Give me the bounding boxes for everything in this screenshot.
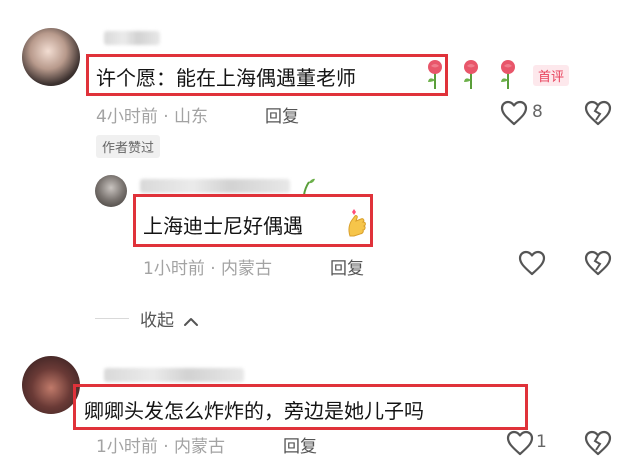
- dislike-broken-heart-icon: [584, 250, 612, 276]
- chevron-up-icon: [183, 316, 199, 328]
- dislike-button-2[interactable]: [584, 250, 612, 276]
- avatar-commenter-1[interactable]: [22, 28, 80, 86]
- dislike-broken-heart-icon: [584, 430, 612, 456]
- dislike-button-1[interactable]: [584, 100, 612, 126]
- rose-emoji: [497, 58, 519, 90]
- username-commenter-3[interactable]: [104, 368, 244, 382]
- collapse-button[interactable]: 收起: [140, 306, 199, 331]
- like-count-1: 8: [532, 102, 543, 122]
- heart-outline-icon: [506, 430, 534, 456]
- like-count-3: 1: [536, 432, 547, 452]
- like-button-1[interactable]: [500, 100, 528, 126]
- heart-outline-icon: [518, 250, 546, 276]
- rose-emoji: [424, 58, 446, 90]
- avatar-replier[interactable]: [95, 175, 127, 207]
- like-button-3[interactable]: [506, 430, 534, 456]
- dislike-button-3[interactable]: [584, 430, 612, 456]
- collapse-label: 收起: [140, 311, 174, 331]
- collapse-divider: [95, 318, 129, 319]
- comment-3-meta: 1小时前 · 内蒙古: [96, 437, 226, 457]
- reply-button-2[interactable]: 回复: [330, 254, 364, 279]
- avatar-commenter-3[interactable]: [22, 356, 80, 414]
- reply-button-3[interactable]: 回复: [283, 432, 317, 457]
- comment-text-1: 许个愿：能在上海偶遇董老师: [96, 66, 356, 90]
- comment-text-3: 卿卿头发怎么炸炸的，旁边是她儿子吗: [84, 399, 424, 423]
- comment-text-2: 上海迪士尼好偶遇: [143, 214, 303, 238]
- like-button-2[interactable]: [518, 250, 546, 276]
- reply-button-1[interactable]: 回复: [265, 102, 299, 127]
- username-replier[interactable]: [140, 179, 290, 193]
- dislike-broken-heart-icon: [584, 100, 612, 126]
- first-comment-badge: 首评: [533, 65, 570, 86]
- author-liked-badge: 作者赞过: [96, 135, 161, 158]
- heart-outline-icon: [500, 100, 528, 126]
- comment-1-meta: 4小时前 · 山东: [96, 107, 209, 127]
- comment-2-meta: 1小时前 · 内蒙古: [143, 259, 273, 279]
- sprout-emoji: [296, 176, 316, 196]
- finger-heart-emoji: [344, 206, 370, 238]
- rose-emoji: [460, 58, 482, 90]
- username-commenter-1[interactable]: [104, 31, 160, 45]
